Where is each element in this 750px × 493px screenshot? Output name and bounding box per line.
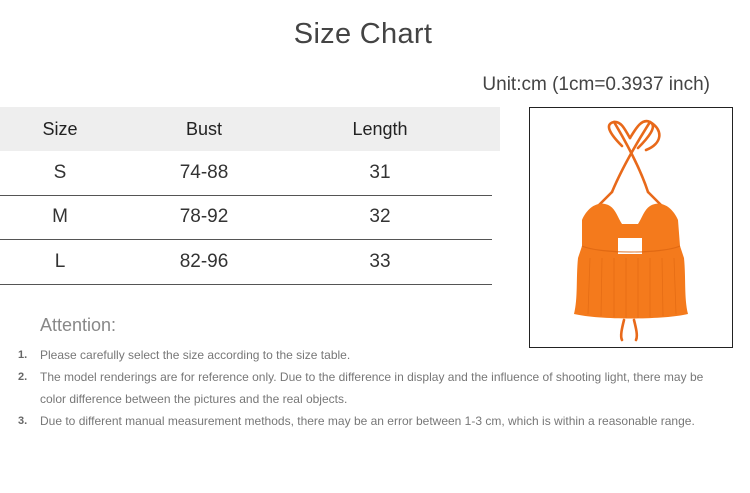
attention-notes: 1. Please carefully select the size acco… <box>18 344 730 432</box>
list-item: 1. Please carefully select the size acco… <box>18 344 730 366</box>
note-number: 1. <box>18 349 28 361</box>
cell-size: S <box>53 161 67 183</box>
note-text: Please carefully select the size accordi… <box>40 348 351 362</box>
note-number: 3. <box>18 415 28 427</box>
product-image <box>529 107 733 348</box>
cell-length: 31 <box>369 161 391 183</box>
table-row: M 78-92 32 <box>0 196 492 240</box>
cell-length: 32 <box>369 206 391 228</box>
unit-note: Unit:cm (1cm=0.3937 inch) <box>482 74 710 95</box>
header-length: Length <box>352 118 408 139</box>
note-number: 2. <box>18 371 28 383</box>
note-text: Due to different manual measurement meth… <box>40 414 695 428</box>
attention-heading: Attention: <box>40 315 117 335</box>
header-bust: Bust <box>185 118 223 139</box>
page-title: Size Chart <box>293 18 433 50</box>
table-row: L 82-96 33 <box>0 240 492 285</box>
table-row: S 74-88 31 <box>0 151 492 196</box>
table-header: Size Bust Length <box>0 107 500 151</box>
header-size: Size <box>42 118 78 139</box>
cell-size: L <box>54 250 66 272</box>
halter-top-illustration <box>574 119 688 342</box>
cell-bust: 78-92 <box>179 206 229 228</box>
cell-size: M <box>52 206 68 228</box>
cell-bust: 82-96 <box>179 250 229 272</box>
cell-bust: 74-88 <box>179 161 229 183</box>
list-item: 3. Due to different manual measurement m… <box>18 410 730 432</box>
note-text: The model renderings are for reference o… <box>40 370 704 406</box>
cell-length: 33 <box>369 250 391 272</box>
size-table: Size Bust Length S 74-88 31 M 78-92 32 L… <box>0 107 500 285</box>
list-item: 2. The model renderings are for referenc… <box>18 366 730 410</box>
